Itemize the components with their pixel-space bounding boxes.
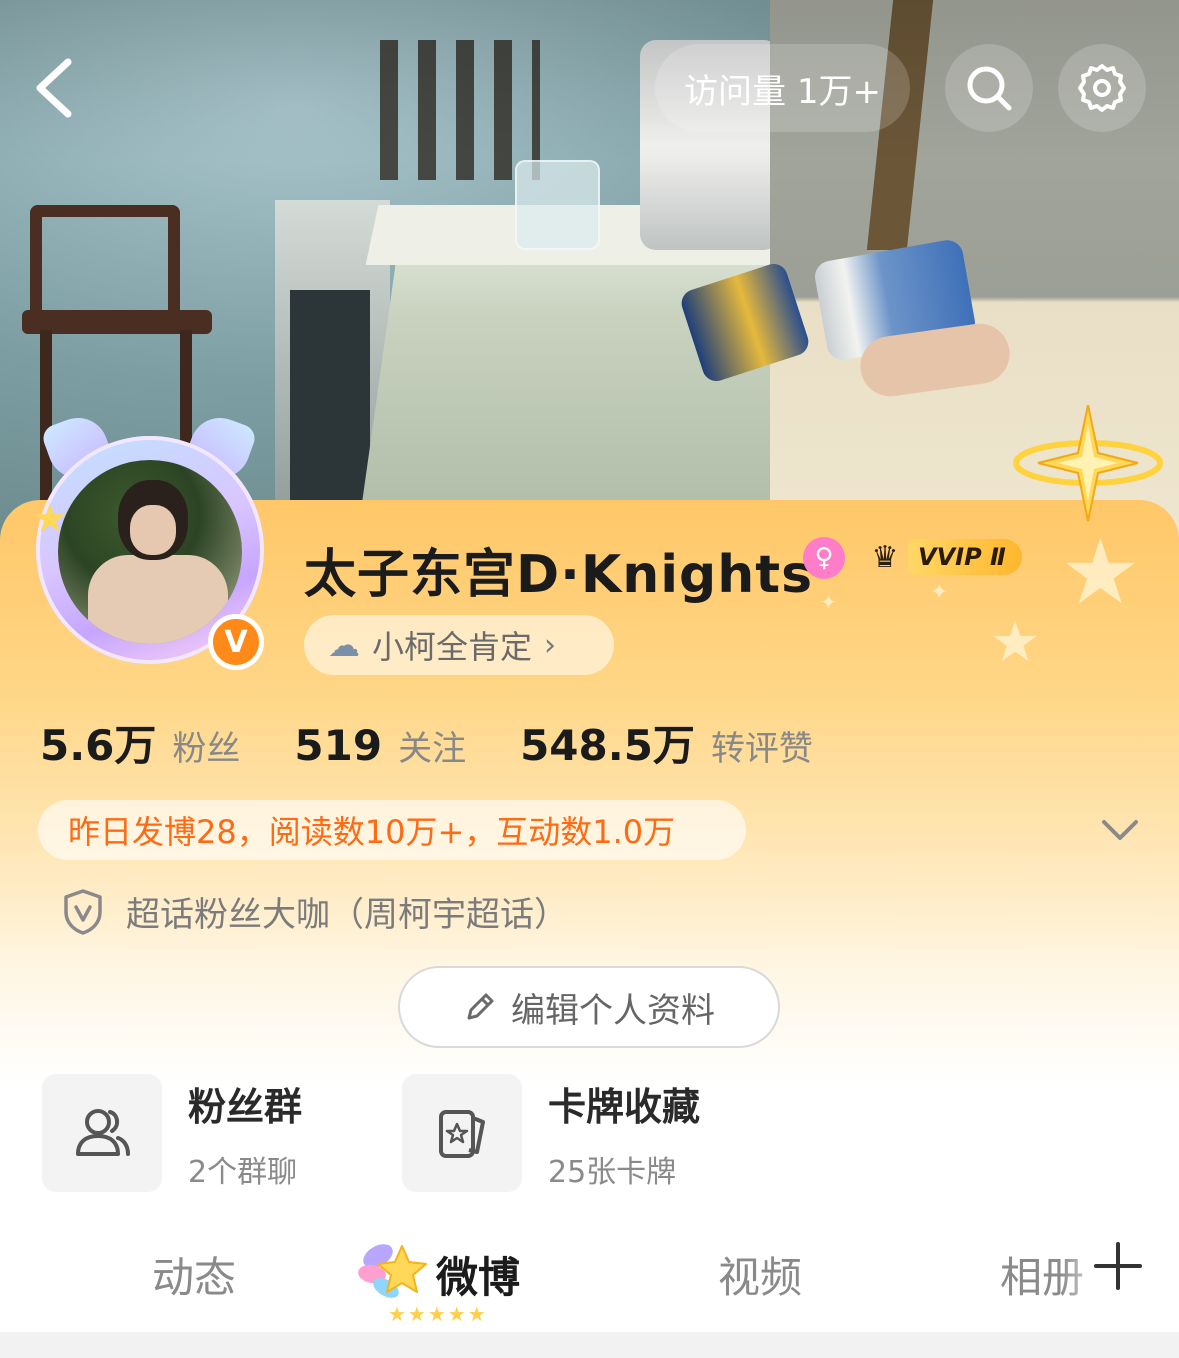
- avatar-photo-body: [88, 555, 228, 644]
- tab-weibo[interactable]: 微博: [436, 1244, 520, 1305]
- stats-row: 5.6万 粉丝 519 关注 548.5万 转评赞: [40, 712, 867, 770]
- stat-label: 关注: [398, 729, 467, 769]
- username: 太子东宫D·Knights: [304, 545, 814, 605]
- visit-count-text: 访问量 1万+: [684, 71, 881, 112]
- star-decoration-icon: ★: [990, 610, 1041, 675]
- feature-icon-box: [42, 1074, 162, 1192]
- tab-dynamic[interactable]: 动态: [152, 1244, 236, 1305]
- tab-video[interactable]: 视频: [718, 1244, 802, 1305]
- gender-symbol: ♀: [814, 543, 834, 573]
- content-divider: [0, 1332, 1179, 1358]
- card-collection-shortcut[interactable]: 卡牌收藏 25张卡牌: [402, 1074, 700, 1192]
- add-tab-icon[interactable]: [1092, 1240, 1144, 1292]
- avatar-photo-face: [130, 505, 176, 555]
- edit-profile-label: 编辑个人资料: [511, 990, 715, 1031]
- topic-pill[interactable]: ☁ 小柯全肯定 ›: [304, 615, 614, 675]
- search-button[interactable]: [945, 44, 1033, 132]
- female-gender-icon: ♀: [803, 537, 845, 579]
- stat-fans[interactable]: 5.6万 粉丝: [40, 712, 240, 773]
- card-icon: [439, 1110, 485, 1158]
- sparkle-decoration-icon: ✦: [930, 580, 949, 605]
- pencil-icon: [467, 993, 494, 1020]
- sparkle-decoration-icon: ✦: [820, 590, 837, 614]
- gear-icon: [1078, 64, 1126, 112]
- stat-interactions[interactable]: 548.5万 转评赞: [520, 712, 813, 773]
- feature-title: 粉丝群: [188, 1084, 303, 1129]
- feature-subtitle: 2个群聊: [188, 1154, 298, 1190]
- crown-icon: ♛: [871, 539, 899, 575]
- feature-title: 卡牌收藏: [548, 1084, 701, 1129]
- super-topic-role[interactable]: 超话粉丝大咖（周柯宇超话）: [62, 887, 568, 936]
- cloud-icon: ☁: [328, 626, 360, 664]
- star-decoration-icon: ★: [1060, 520, 1141, 625]
- verified-symbol: V: [224, 624, 248, 660]
- stat-label: 粉丝: [172, 729, 241, 769]
- stat-value: 548.5万: [520, 721, 695, 770]
- shield-icon: [64, 888, 102, 935]
- back-button[interactable]: [22, 48, 92, 128]
- chevron-down-icon: [1102, 820, 1138, 840]
- stat-value: 519: [294, 721, 383, 770]
- verified-badge: V: [208, 614, 264, 670]
- vvip-label: VVIP Ⅱ: [908, 539, 1022, 575]
- fans-group-shortcut[interactable]: 粉丝群 2个群聊: [42, 1074, 302, 1192]
- settings-button[interactable]: [1058, 44, 1146, 132]
- active-tab-underline-stars-icon: ★★★★★: [388, 1302, 488, 1326]
- back-arrow-icon: [36, 58, 72, 118]
- stat-following[interactable]: 519 关注: [294, 721, 466, 770]
- search-icon: [967, 66, 1012, 111]
- group-icon: [76, 1109, 130, 1156]
- profile-tabs: 动态 微博 视频 相册: [0, 1222, 1179, 1332]
- stat-label: 转评赞: [710, 729, 813, 769]
- feature-text: 粉丝群 2个群聊: [188, 1076, 302, 1191]
- edit-profile-button[interactable]: 编辑个人资料: [398, 966, 780, 1048]
- expand-button[interactable]: [1096, 808, 1144, 852]
- stat-value: 5.6万: [40, 721, 157, 770]
- visit-count-badge[interactable]: 访问量 1万+: [655, 44, 910, 132]
- active-tab-star-decoration-icon: [358, 1244, 427, 1298]
- feature-icon-box: [402, 1074, 522, 1192]
- super-topic-role-text: 超话粉丝大咖（周柯宇超话）: [126, 895, 568, 935]
- feature-subtitle: 25张卡牌: [548, 1154, 677, 1190]
- daily-report-pill[interactable]: 昨日发博28，阅读数10万+，互动数1.0万: [38, 800, 746, 860]
- topic-label: 小柯全肯定: [372, 628, 533, 666]
- compass-star-decoration-icon: [1013, 405, 1163, 522]
- feature-text: 卡牌收藏 25张卡牌: [548, 1076, 700, 1191]
- vvip-badge[interactable]: ♛ VVIP Ⅱ: [862, 536, 1022, 578]
- chevron-right-icon: ›: [544, 627, 557, 663]
- daily-report-text: 昨日发博28，阅读数10万+，互动数1.0万: [68, 813, 676, 851]
- avatar-photo: [58, 460, 242, 644]
- star-decoration-icon: ★: [32, 496, 68, 542]
